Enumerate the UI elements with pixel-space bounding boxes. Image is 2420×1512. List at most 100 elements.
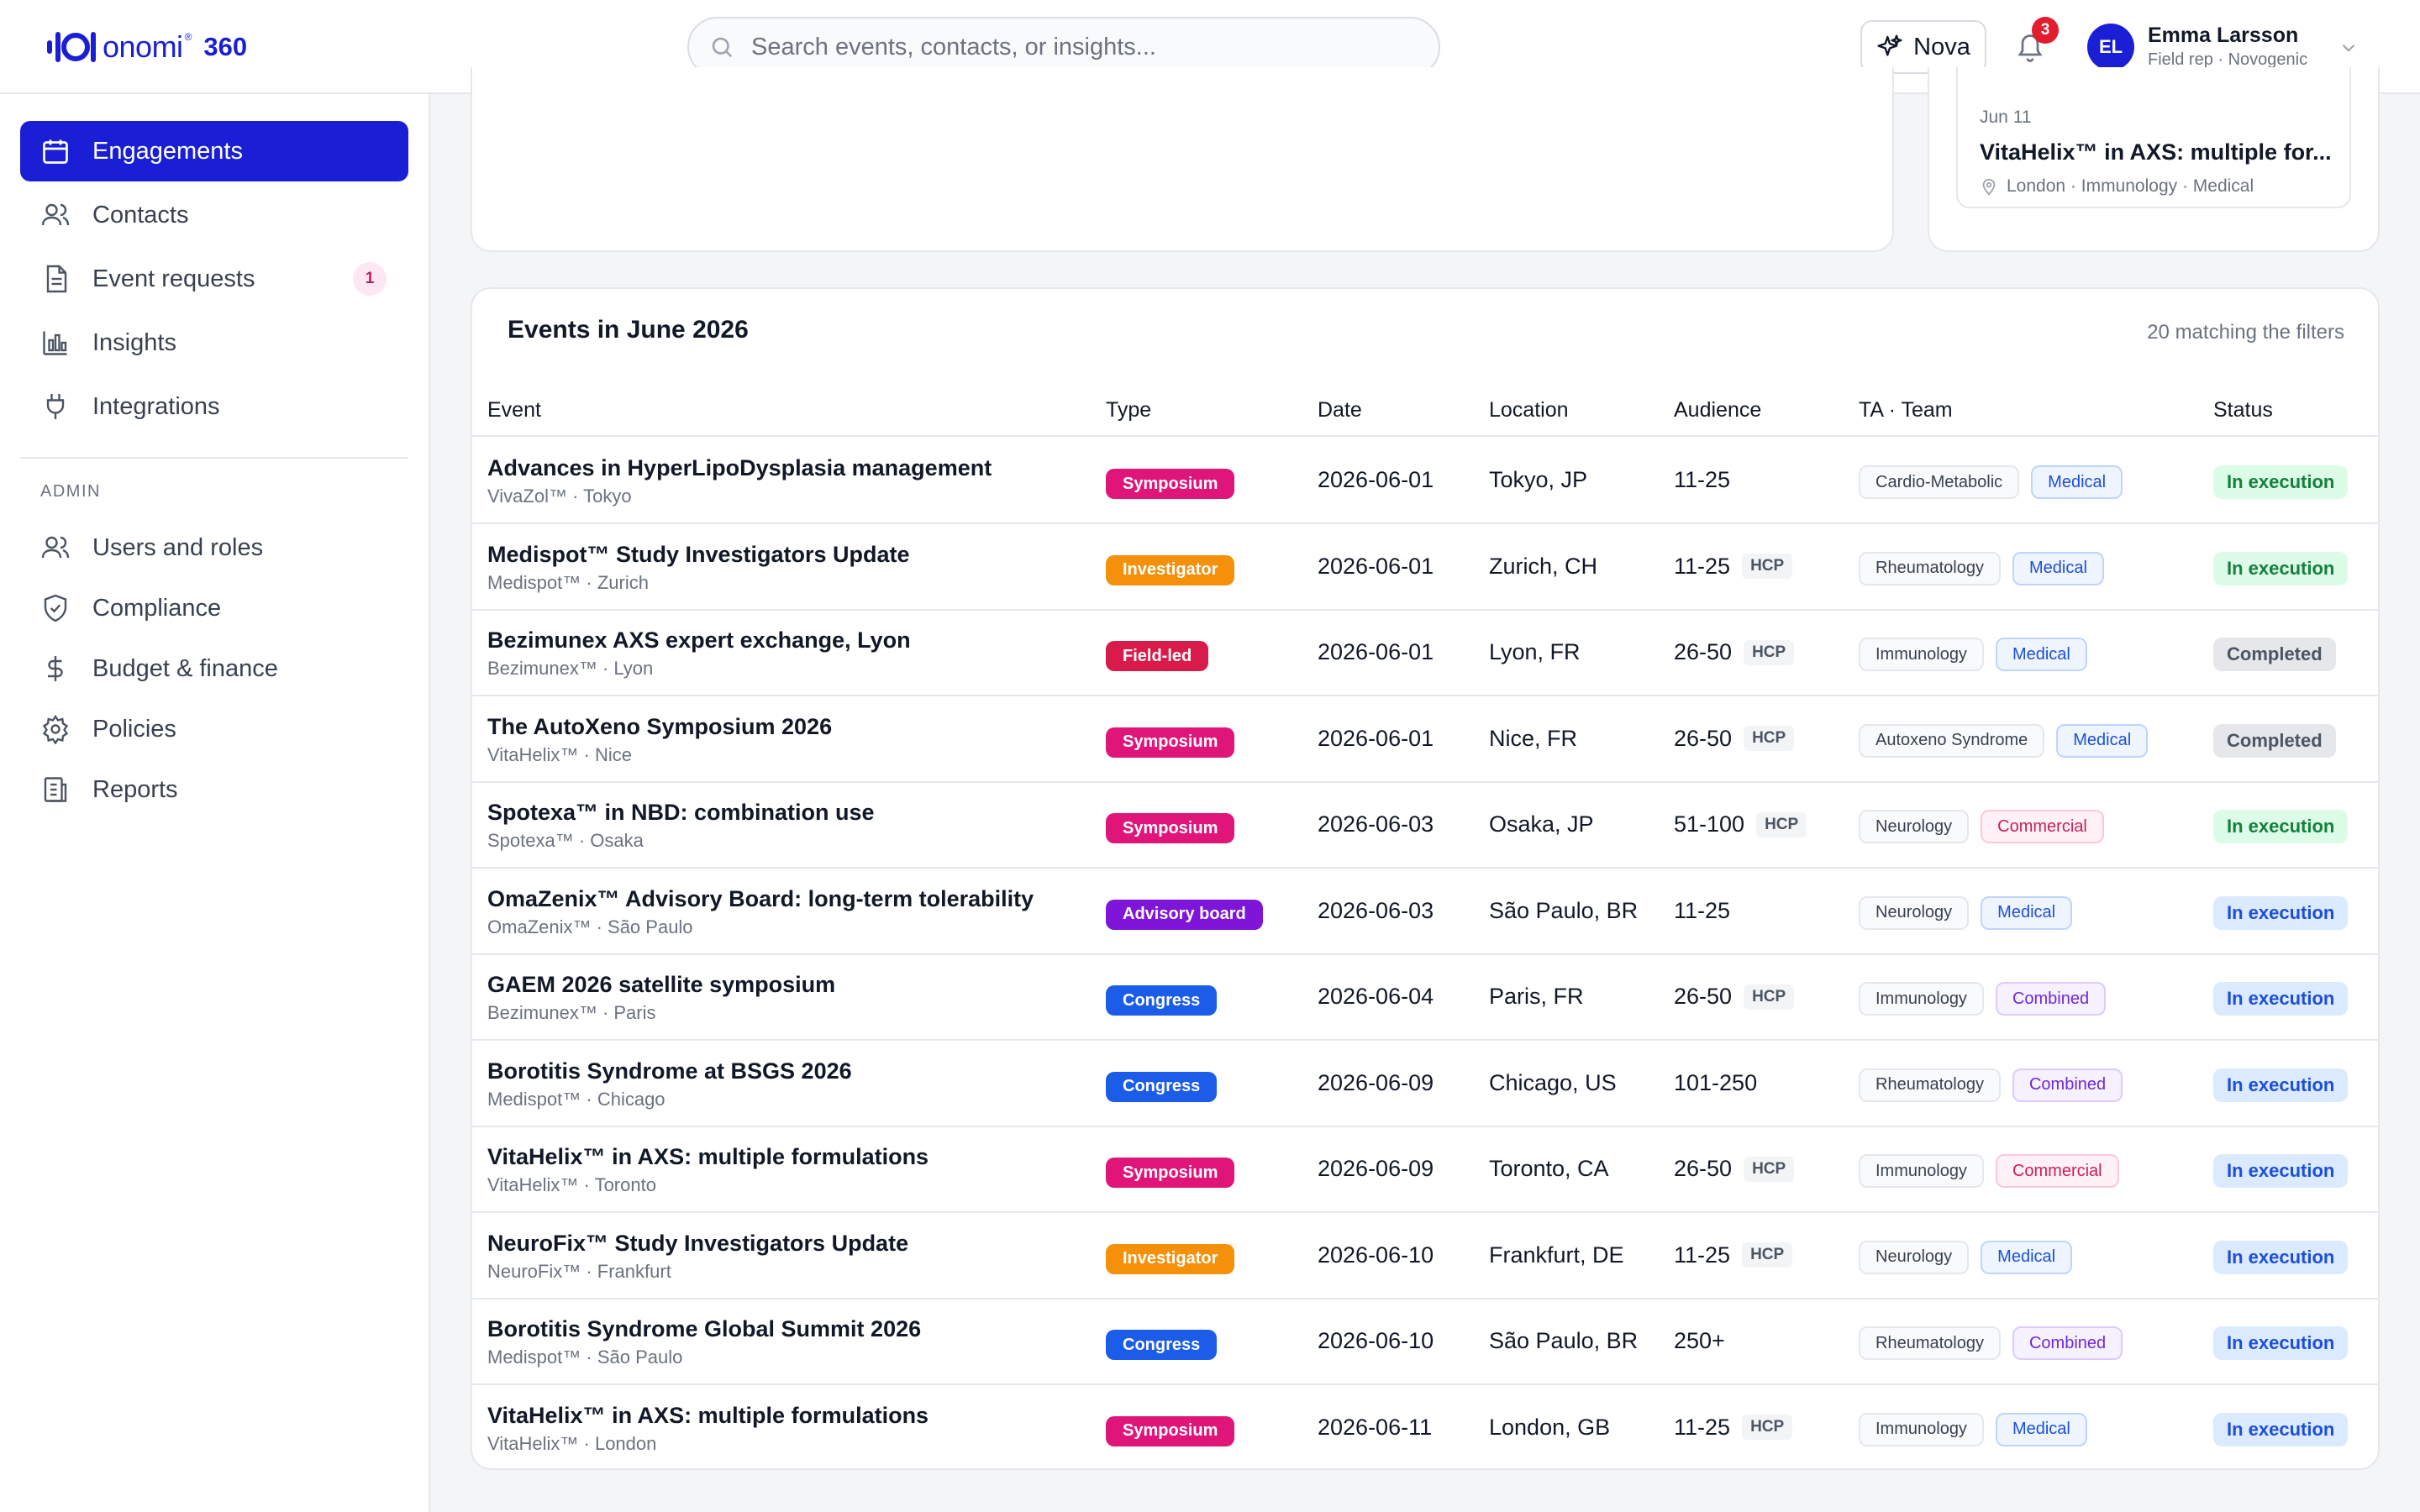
table-header: Event Type Date Location Audience TA · T… [472, 383, 2378, 437]
ta-team: Immunology Medical [1859, 638, 2087, 671]
ta-team: Rheumatology Combined [1859, 1326, 2123, 1360]
therapeutic-area-tag: Cardio-Metabolic [1859, 465, 2020, 499]
event-title[interactable]: OmaZenix™ Advisory Board: long-term tole… [487, 886, 1034, 912]
hcp-badge: HCP [1742, 1415, 1793, 1440]
table-row[interactable]: Medispot™ Study Investigators Update Medi… [472, 525, 2378, 611]
calendar-icon [43, 139, 68, 164]
status-badge: In execution [2213, 1412, 2349, 1446]
events-table-card: Events in June 2026 20 matching the filt… [471, 287, 2380, 1470]
table-row[interactable]: Borotitis Syndrome at BSGS 2026 Medispot™… [472, 1042, 2378, 1127]
events-count: 20 matching the filters [2147, 321, 2344, 344]
table-row[interactable]: VitaHelix™ in AXS: multiple formulations… [472, 1386, 2378, 1472]
therapeutic-area-tag: Neurology [1859, 1240, 1970, 1274]
event-title[interactable]: Bezimunex AXS expert exchange, Lyon [487, 627, 911, 654]
event-type-badge: Symposium [1106, 1415, 1235, 1446]
status-badge: In execution [2213, 982, 2349, 1016]
event-audience: 51-100 HCP [1674, 811, 1807, 837]
sidebar-item-contacts[interactable]: Contacts [20, 185, 408, 245]
event-subtitle: VitaHelix™ · London [487, 1432, 657, 1454]
therapeutic-area-tag: Neurology [1859, 895, 1970, 930]
hcp-badge: HCP [1744, 1156, 1795, 1182]
sidebar-item-integrations[interactable]: Integrations [20, 376, 408, 437]
table-row[interactable]: Spotexa™ in NBD: combination use Spotexa™… [472, 783, 2378, 869]
sidebar-item-label: Insights [92, 328, 176, 356]
event-subtitle: NeuroFix™ · Frankfurt [487, 1260, 671, 1282]
sidebar-item-label: Budget & finance [92, 654, 278, 682]
sidebar-item-policies[interactable]: Policies [20, 699, 408, 759]
brand-name: onomi [103, 29, 183, 64]
audience-size: 51-100 [1674, 811, 1745, 837]
hcp-badge: HCP [1744, 639, 1795, 665]
upcoming-event-item[interactable]: Jun 11 VitaHelix™ in AXS: multiple for..… [1956, 67, 2351, 208]
audience-size: 11-25 [1674, 897, 1731, 923]
avatar[interactable]: EL [2087, 24, 2134, 71]
event-type-badge: Symposium [1106, 1158, 1235, 1188]
event-audience: 26-50 HCP [1674, 1156, 1795, 1182]
sparkle-icon [1877, 34, 1902, 56]
table-row[interactable]: NeuroFix™ Study Investigators Update Neur… [472, 1214, 2378, 1299]
status-badge: In execution [2213, 551, 2349, 585]
event-type-badge: Field-led [1106, 641, 1209, 671]
nova-label: Nova [1913, 33, 1970, 60]
upcoming-event-location: London · Immunology · Medical [1980, 176, 2254, 197]
sidebar-item-event-requests[interactable]: Event requests 1 [20, 249, 408, 309]
column-header-status[interactable]: Status [2213, 398, 2273, 423]
event-location: London, GB [1489, 1414, 1611, 1440]
map-pin-icon [1982, 178, 1996, 196]
event-title[interactable]: GAEM 2026 satellite symposium [487, 972, 835, 998]
sidebar-item-engagements[interactable]: Engagements [20, 121, 408, 181]
search-input[interactable] [751, 33, 1407, 61]
hcp-badge: HCP [1756, 811, 1807, 837]
event-title[interactable]: NeuroFix™ Study Investigators Update [487, 1231, 908, 1257]
sidebar-item-compliance[interactable]: Compliance [20, 578, 408, 638]
nova-button[interactable]: Nova [1860, 20, 1986, 74]
dollar-icon [48, 656, 63, 681]
event-location: Chicago, US [1489, 1069, 1617, 1095]
chevron-down-icon[interactable] [2338, 37, 2360, 59]
event-title[interactable]: Advances in HyperLipoDysplasia managemen… [487, 455, 992, 481]
table-row[interactable]: Bezimunex AXS expert exchange, Lyon Bezim… [472, 611, 2378, 696]
event-title[interactable]: VitaHelix™ in AXS: multiple formulations [487, 1403, 929, 1429]
column-header-location[interactable]: Location [1489, 398, 1569, 423]
event-location: Zurich, CH [1489, 553, 1598, 579]
document-icon [46, 265, 67, 293]
sidebar-item-budget-finance[interactable]: Budget & finance [20, 638, 408, 699]
status-badge: In execution [2213, 895, 2349, 930]
table-row[interactable]: Advances in HyperLipoDysplasia managemen… [472, 438, 2378, 524]
therapeutic-area-tag: Immunology [1859, 982, 1984, 1016]
ta-team: Neurology Medical [1859, 1240, 2073, 1274]
column-header-type[interactable]: Type [1106, 398, 1151, 423]
therapeutic-area-tag: Rheumatology [1859, 1326, 2001, 1360]
sidebar-item-reports[interactable]: Reports [20, 759, 408, 820]
table-row[interactable]: VitaHelix™ in AXS: multiple formulations… [472, 1127, 2378, 1213]
event-title[interactable]: Medispot™ Study Investigators Update [487, 542, 910, 568]
shield-icon [44, 594, 67, 622]
sidebar-item-insights[interactable]: Insights [20, 312, 408, 373]
upcoming-event-date: Jun 11 [1980, 108, 2032, 127]
event-date: 2026-06-09 [1318, 1156, 1434, 1181]
event-title[interactable]: The AutoXeno Symposium 2026 [487, 714, 832, 740]
sidebar: Engagements Contacts Event requests 1 In… [0, 94, 430, 1512]
column-header-date[interactable]: Date [1318, 398, 1362, 423]
status-badge: Completed [2213, 638, 2336, 671]
hcp-badge: HCP [1742, 554, 1793, 579]
audience-size: 26-50 [1674, 639, 1733, 664]
sidebar-item-users-and-roles[interactable]: Users and roles [20, 517, 408, 578]
table-row[interactable]: GAEM 2026 satellite symposium Bezimunex™ … [472, 955, 2378, 1041]
event-title[interactable]: Borotitis Syndrome Global Summit 2026 [487, 1316, 921, 1342]
table-row[interactable]: OmaZenix™ Advisory Board: long-term tole… [472, 869, 2378, 955]
event-title[interactable]: Borotitis Syndrome at BSGS 2026 [487, 1058, 852, 1084]
column-header-event[interactable]: Event [487, 398, 541, 423]
sidebar-item-label: Contacts [92, 201, 189, 228]
table-row[interactable]: Borotitis Syndrome Global Summit 2026 Med… [472, 1299, 2378, 1385]
column-header-ta-team[interactable]: TA · Team [1859, 398, 1953, 423]
brand-reg-mark: ® [184, 31, 192, 43]
event-title[interactable]: VitaHelix™ in AXS: multiple formulations [487, 1144, 929, 1170]
brand-logo[interactable]: onomi ® 360 [47, 25, 247, 69]
event-title[interactable]: Spotexa™ in NBD: combination use [487, 800, 875, 826]
column-header-audience[interactable]: Audience [1674, 398, 1761, 423]
table-row[interactable]: The AutoXeno Symposium 2026 VitaHelix™ · … [472, 697, 2378, 783]
team-tag: Commercial [1995, 1154, 2119, 1188]
notification-count-badge: 3 [2032, 17, 2059, 44]
team-tag: Combined [2012, 1326, 2123, 1360]
